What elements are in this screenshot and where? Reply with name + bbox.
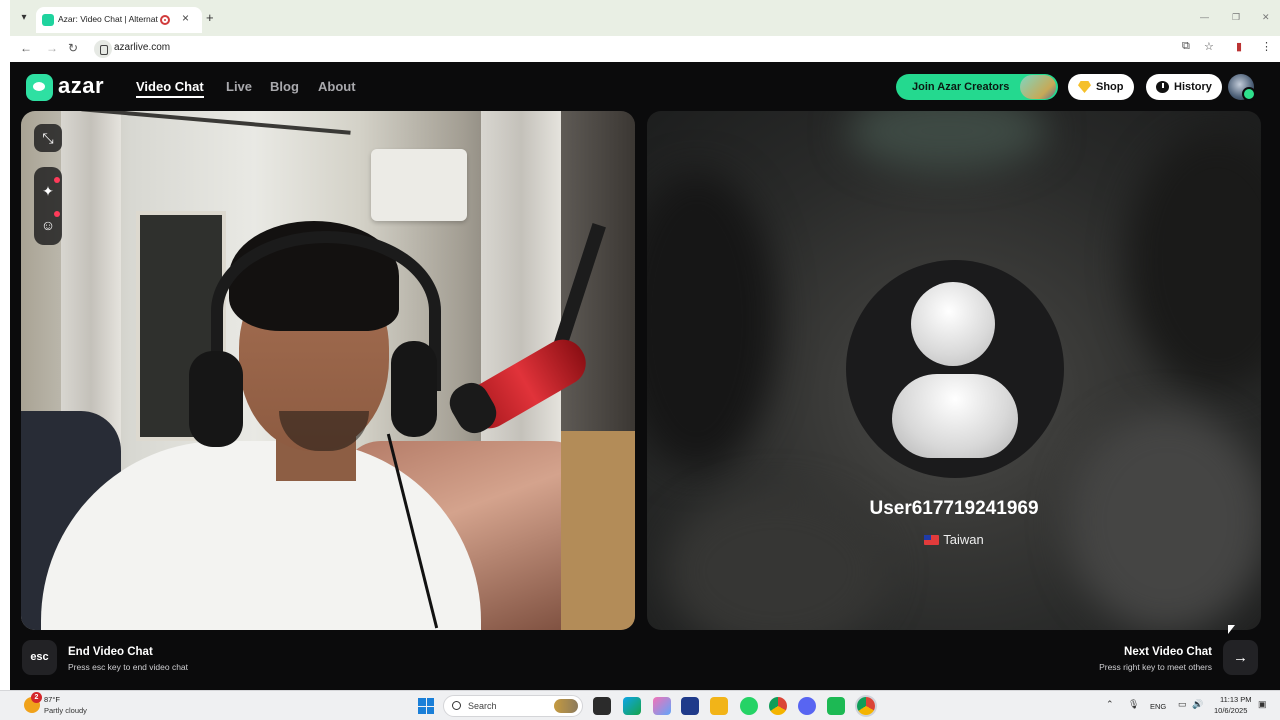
- bookmark-star-icon[interactable]: ☆: [1204, 40, 1214, 53]
- chrome-active-icon[interactable]: [857, 697, 875, 715]
- end-video-chat-hint: Press esc key to end video chat: [68, 662, 189, 672]
- weather-temperature[interactable]: 87°F: [44, 695, 60, 704]
- nav-about[interactable]: About: [318, 79, 356, 94]
- avatar-head-icon: [911, 282, 995, 366]
- next-video-chat-title[interactable]: Next Video Chat: [1124, 646, 1212, 658]
- tab-close-icon[interactable]: ×: [182, 11, 189, 25]
- site-info-icon[interactable]: [94, 40, 112, 58]
- windows-start-icon[interactable]: [418, 698, 434, 714]
- join-creators-label: Join Azar Creators: [912, 81, 1010, 93]
- creators-badge-icon: [1020, 75, 1056, 99]
- chrome-icon[interactable]: [769, 697, 787, 715]
- tab-title: Azar: Video Chat | Alternati: [58, 14, 158, 24]
- network-icon[interactable]: ▭: [1178, 699, 1187, 710]
- task-view-icon[interactable]: [593, 697, 611, 715]
- app-icon[interactable]: [827, 697, 845, 715]
- minimize-video-icon[interactable]: ⤡: [34, 124, 62, 152]
- azar-logo-icon[interactable]: [26, 74, 53, 101]
- weather-badge: 2: [31, 692, 42, 703]
- whatsapp-icon[interactable]: [740, 697, 758, 715]
- search-highlight-icon: [554, 699, 578, 713]
- weather-description[interactable]: Partly cloudy: [44, 706, 87, 715]
- edge-icon[interactable]: [623, 697, 641, 715]
- store-icon[interactable]: [681, 697, 699, 715]
- clock-time[interactable]: 11:13 PM: [1220, 695, 1252, 704]
- active-tab[interactable]: Azar: Video Chat | Alternati ×: [36, 7, 202, 33]
- notifications-icon[interactable]: ▣: [1258, 699, 1267, 710]
- shop-label: Shop: [1096, 81, 1124, 93]
- tab-search-icon[interactable]: ▾: [16, 12, 32, 26]
- country-label: Taiwan: [943, 532, 984, 547]
- shop-button[interactable]: Shop: [1068, 74, 1134, 100]
- effects-toolbar: ✦ ☺: [34, 167, 62, 245]
- search-icon: [452, 701, 461, 710]
- avatar-body-icon: [892, 374, 1018, 458]
- taiwan-flag-icon: [924, 535, 940, 545]
- clock-icon: [1156, 81, 1169, 93]
- taskbar-search-box[interactable]: Search: [443, 695, 583, 717]
- browser-window: ▾ Azar: Video Chat | Alternati × + — ❐ ✕…: [0, 0, 1280, 690]
- nav-video-chat[interactable]: Video Chat: [136, 79, 204, 98]
- logo-text[interactable]: azar: [58, 73, 104, 99]
- address-bar: ← → ↻ azarlive.com ⧉ ☆ ▮ ⋮: [10, 36, 1280, 62]
- azar-favicon-icon: [42, 14, 54, 26]
- new-tab-icon[interactable]: +: [206, 10, 214, 25]
- extension-icon[interactable]: ▮: [1236, 40, 1242, 53]
- history-button[interactable]: History: [1146, 74, 1222, 100]
- effects-notification-dot: [54, 177, 60, 183]
- copilot-icon[interactable]: [653, 697, 671, 715]
- taskbar-search-label: Search: [468, 701, 497, 711]
- url-field[interactable]: azarlive.com: [114, 42, 170, 53]
- history-label: History: [1174, 81, 1212, 93]
- window-close-icon[interactable]: ✕: [1262, 12, 1270, 23]
- remote-username: User617719241969: [869, 498, 1039, 519]
- mouse-cursor-icon: [1228, 625, 1235, 634]
- end-video-chat-title[interactable]: End Video Chat: [68, 646, 153, 658]
- minimize-icon[interactable]: —: [1200, 12, 1209, 22]
- taskbar: 2 87°F Partly cloudy Search ⌃ 🎙 ENG ▭ 🔊 …: [0, 690, 1280, 720]
- file-explorer-icon[interactable]: [710, 697, 728, 715]
- back-icon[interactable]: ←: [20, 41, 32, 55]
- next-video-chat-hint: Press right key to meet others: [1099, 662, 1212, 672]
- remote-user-avatar: [846, 260, 1064, 478]
- browser-menu-icon[interactable]: ⋮: [1261, 40, 1272, 53]
- remote-video-panel: User617719241969 Taiwan: [647, 111, 1261, 630]
- install-app-icon[interactable]: ⧉: [1182, 40, 1190, 53]
- join-creators-button[interactable]: Join Azar Creators: [896, 74, 1058, 100]
- nav-live[interactable]: Live: [226, 79, 252, 94]
- remote-country: Taiwan: [647, 532, 1261, 547]
- discord-icon[interactable]: [798, 697, 816, 715]
- local-video-panel: ⤡ ✦ ☺: [21, 111, 635, 630]
- azar-app: azar Video Chat Live Blog About Join Aza…: [10, 62, 1280, 690]
- filter-notification-dot: [54, 211, 60, 217]
- gem-icon: [1078, 81, 1091, 93]
- tab-bar: ▾ Azar: Video Chat | Alternati × + — ❐ ✕: [10, 0, 1280, 36]
- arrow-right-icon[interactable]: →: [1223, 640, 1258, 675]
- reload-icon[interactable]: ↻: [68, 41, 78, 55]
- maximize-icon[interactable]: ❐: [1232, 12, 1240, 23]
- recording-indicator-icon: [160, 15, 170, 25]
- nav-blog[interactable]: Blog: [270, 79, 299, 94]
- clock-date[interactable]: 10/6/2025: [1214, 706, 1247, 715]
- language-indicator[interactable]: ENG: [1150, 702, 1166, 711]
- tray-overflow-icon[interactable]: ⌃: [1106, 699, 1114, 710]
- profile-avatar[interactable]: [1228, 74, 1256, 101]
- volume-icon[interactable]: 🔊: [1192, 699, 1203, 710]
- end-chat-key-button[interactable]: esc: [22, 640, 57, 675]
- forward-icon[interactable]: →: [46, 41, 58, 55]
- microphone-icon[interactable]: 🎙: [1128, 699, 1139, 710]
